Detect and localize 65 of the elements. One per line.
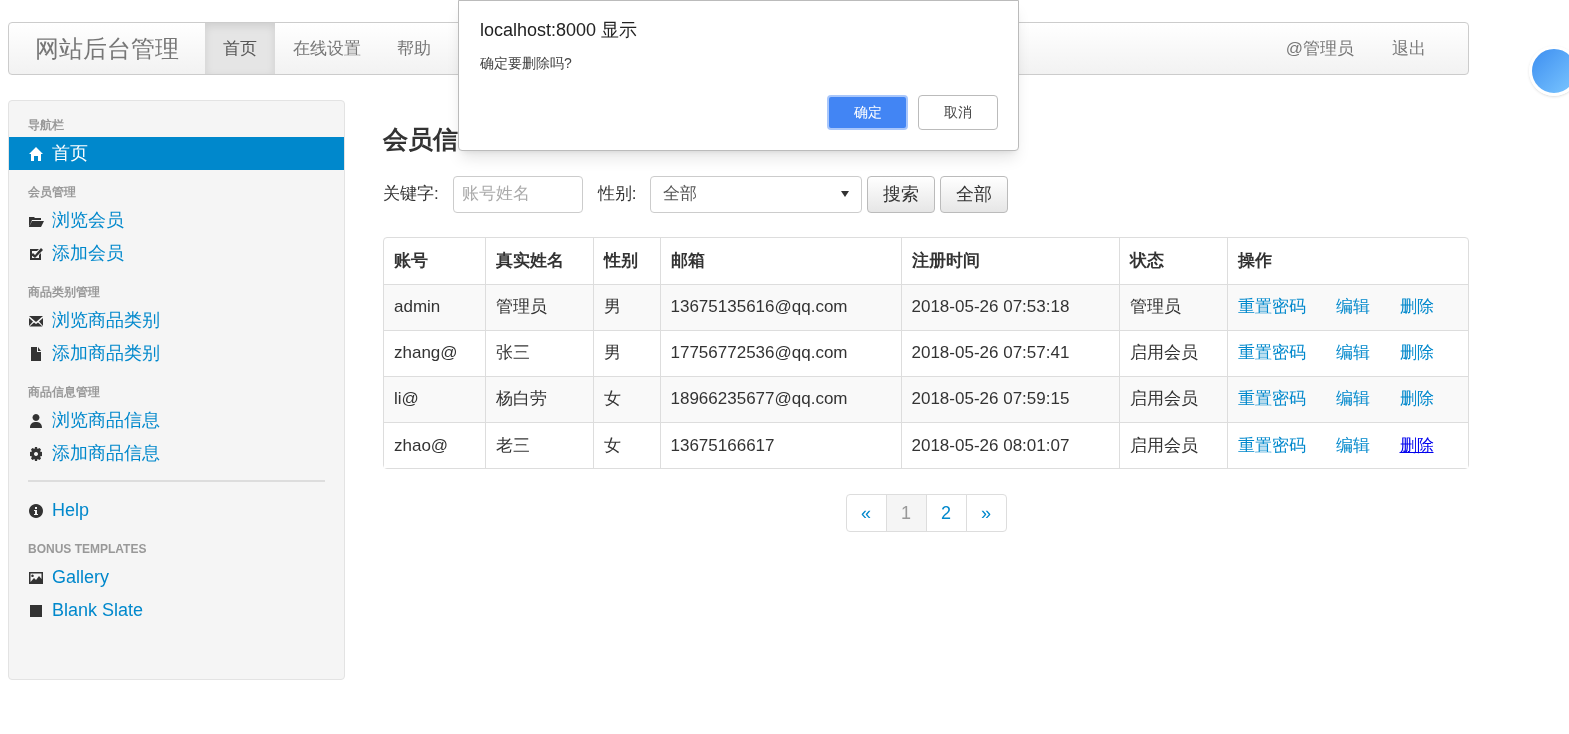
checkbox-icon [28, 245, 44, 262]
sidebar-item[interactable]: 首页 [9, 137, 344, 170]
sidebar-item[interactable]: 浏览会员 [9, 204, 344, 237]
brand-title[interactable]: 网站后台管理 [9, 30, 205, 67]
sidebar-item[interactable]: 浏览商品信息 [9, 404, 344, 437]
square-icon [28, 602, 44, 619]
file-icon [28, 345, 44, 362]
section-header: 商品类别管理 [27, 284, 101, 301]
dialog-button[interactable]: 确定 [827, 95, 908, 130]
action-link[interactable]: 删除 [1399, 432, 1434, 458]
dialog-button[interactable]: 取消 [918, 95, 998, 130]
table-cell: 启用会员 [1119, 422, 1227, 468]
table-cell: zhao@ [384, 422, 485, 468]
sidebar-item[interactable]: 添加会员 [9, 237, 344, 270]
gear-icon [28, 445, 44, 462]
action-link[interactable]: 重置密码 [1237, 340, 1306, 366]
caret-icon [841, 191, 850, 197]
action-link[interactable]: 删除 [1399, 340, 1434, 366]
info-icon [28, 502, 44, 519]
section-header: BONUS TEMPLATES [27, 541, 148, 558]
page-link[interactable]: 1 [885, 494, 927, 532]
sidebar-item[interactable]: Blank Slate [9, 594, 344, 627]
table-cell: 老三 [485, 422, 593, 468]
action-link[interactable]: 重置密码 [1237, 294, 1306, 320]
column-header: 操作 [1227, 238, 1468, 284]
keyword-field[interactable]: 账号姓名 [452, 175, 583, 213]
sidebar-item[interactable]: 添加商品信息 [9, 437, 344, 470]
sidebar-item[interactable]: 添加商品类别 [9, 337, 344, 370]
nav-link[interactable]: 退出 [1392, 35, 1426, 62]
page-heading: 会员信 [383, 124, 458, 155]
nav-tab[interactable]: 首页 [205, 23, 275, 74]
home-icon [28, 145, 44, 162]
search-button[interactable]: 全部 [940, 175, 1009, 213]
action-link[interactable]: 编辑 [1335, 432, 1370, 458]
action-link[interactable]: 编辑 [1335, 386, 1370, 412]
section-header: 导航栏 [27, 117, 65, 134]
page-link[interactable]: 2 [925, 494, 967, 532]
sidebar-item[interactable]: 浏览商品类别 [9, 304, 344, 337]
sidebar-item[interactable]: Help [9, 494, 344, 527]
keyword-label: 关键字: [383, 183, 439, 206]
image-icon [28, 569, 44, 586]
section-header: 商品信息管理 [27, 384, 101, 401]
table-cell: 2018-05-26 08:01:07 [901, 422, 1119, 468]
sidebar-item[interactable]: Gallery [9, 561, 344, 594]
gender-label: 性别: [597, 183, 637, 206]
page-link[interactable]: « [845, 494, 887, 532]
search-button[interactable]: 搜索 [867, 175, 936, 213]
page-link[interactable]: » [965, 494, 1007, 532]
table-cell: 13675166617 [660, 422, 901, 468]
gender-select[interactable]: 全部 [650, 175, 863, 213]
action-link[interactable]: 编辑 [1335, 294, 1370, 320]
action-link[interactable]: 重置密码 [1237, 432, 1306, 458]
action-link[interactable]: 删除 [1399, 386, 1434, 412]
action-link[interactable]: 编辑 [1335, 340, 1370, 366]
table-cell: 女 [593, 422, 660, 468]
dialog-message: 确定要删除吗? [480, 54, 572, 73]
action-link[interactable]: 重置密码 [1237, 386, 1306, 412]
user-icon [28, 412, 44, 429]
dialog-title: localhost:8000 显示 [480, 19, 638, 42]
floating-widget-icon[interactable] [1529, 46, 1569, 96]
section-header: 会员管理 [27, 184, 77, 201]
nav-link[interactable]: @管理员 [1285, 35, 1354, 62]
nav-tab[interactable]: 帮助 [379, 23, 449, 74]
action-link[interactable]: 删除 [1399, 294, 1434, 320]
nav-tab[interactable]: 在线设置 [275, 23, 379, 74]
